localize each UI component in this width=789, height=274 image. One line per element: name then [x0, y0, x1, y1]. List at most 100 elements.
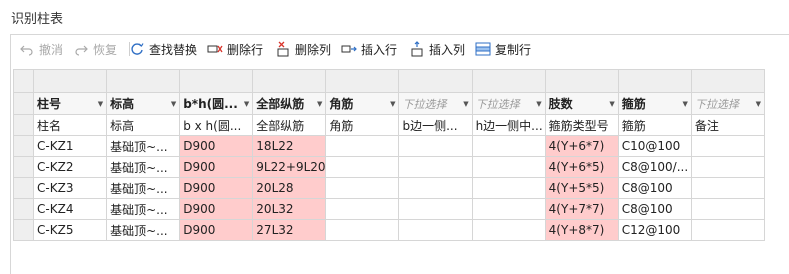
chevron-down-icon[interactable]: ▼ — [756, 100, 761, 108]
column-selector[interactable] — [33, 69, 108, 93]
table-cell[interactable] — [325, 219, 400, 241]
column-selector[interactable] — [106, 69, 181, 93]
column-selector[interactable] — [398, 69, 473, 93]
row-header[interactable] — [12, 92, 35, 115]
column-type-dropdown[interactable]: 标高 ▼ — [106, 92, 181, 115]
table-cell[interactable] — [325, 198, 400, 220]
table-cell[interactable]: C8@100 — [617, 198, 692, 220]
original-header-cell[interactable]: 全部纵筋 — [252, 114, 327, 136]
table-cell[interactable]: C8@100/... — [617, 156, 692, 178]
chevron-down-icon[interactable]: ▼ — [463, 100, 468, 108]
insert-column-button[interactable]: 插入列 — [409, 40, 465, 58]
original-header-cell[interactable]: 角筋 — [325, 114, 400, 136]
table-cell[interactable]: 基础顶~... — [106, 219, 181, 241]
table-cell[interactable]: D900 — [179, 219, 254, 241]
column-type-dropdown[interactable]: 下拉选择 ▼ — [690, 92, 766, 115]
table-cell[interactable]: 4(Y+5*5) — [544, 177, 619, 199]
row-header[interactable] — [12, 177, 35, 199]
find-replace-button[interactable]: 查找替换 — [129, 40, 197, 58]
table-cell[interactable] — [398, 135, 473, 157]
column-type-dropdown[interactable]: 全部纵筋 ▼ — [252, 92, 327, 115]
table-cell[interactable] — [471, 219, 546, 241]
table-cell[interactable]: 基础顶~... — [106, 177, 181, 199]
chevron-down-icon[interactable]: ▼ — [98, 100, 103, 108]
chevron-down-icon[interactable]: ▼ — [244, 100, 249, 108]
table-cell[interactable] — [690, 156, 766, 178]
table-cell[interactable] — [325, 177, 400, 199]
chevron-down-icon[interactable]: ▼ — [390, 100, 395, 108]
column-selector[interactable] — [690, 69, 766, 93]
column-type-dropdown[interactable]: b*h(圆... ▼ — [179, 92, 254, 115]
table-cell[interactable]: C10@100 — [617, 135, 692, 157]
delete-column-button[interactable]: 删除列 — [275, 40, 331, 58]
table-cell[interactable] — [471, 198, 546, 220]
table-cell[interactable]: C8@100 — [617, 177, 692, 199]
original-header-cell[interactable]: 柱名 — [33, 114, 108, 136]
table-cell[interactable]: 20L32 — [252, 198, 327, 220]
table-cell[interactable]: 基础顶~... — [106, 135, 181, 157]
column-type-dropdown[interactable]: 箍筋 ▼ — [617, 92, 692, 115]
column-selector[interactable] — [179, 69, 254, 93]
table-cell[interactable] — [325, 135, 400, 157]
table-cell[interactable]: C-KZ2 — [33, 156, 108, 178]
table-cell[interactable]: C-KZ5 — [33, 219, 108, 241]
column-type-dropdown[interactable]: 下拉选择 ▼ — [471, 92, 546, 115]
table-cell[interactable] — [398, 156, 473, 178]
insert-row-button[interactable]: 插入行 — [341, 40, 397, 58]
table-cell[interactable]: 20L28 — [252, 177, 327, 199]
column-type-dropdown[interactable]: 角筋 ▼ — [325, 92, 400, 115]
table-cell[interactable] — [690, 135, 766, 157]
original-header-cell[interactable]: b边一侧... — [398, 114, 473, 136]
delete-row-button[interactable]: 删除行 — [207, 40, 263, 58]
table-cell[interactable] — [690, 219, 766, 241]
table-cell[interactable] — [690, 177, 766, 199]
column-type-dropdown[interactable]: 肢数 ▼ — [544, 92, 619, 115]
column-type-dropdown[interactable]: 柱号 ▼ — [33, 92, 108, 115]
column-selector[interactable] — [544, 69, 619, 93]
original-header-cell[interactable]: 箍筋类型号 — [544, 114, 619, 136]
table-cell[interactable] — [398, 198, 473, 220]
original-header-cell[interactable]: 箍筋 — [617, 114, 692, 136]
chevron-down-icon[interactable]: ▼ — [171, 100, 176, 108]
table-cell[interactable]: 4(Y+6*7) — [544, 135, 619, 157]
table-cell[interactable]: 27L32 — [252, 219, 327, 241]
table-cell[interactable] — [690, 198, 766, 220]
table-cell[interactable]: 4(Y+7*7) — [544, 198, 619, 220]
table-cell[interactable]: D900 — [179, 198, 254, 220]
corner-cell[interactable] — [12, 69, 35, 93]
copy-row-button[interactable]: 复制行 — [475, 40, 531, 58]
row-header[interactable] — [12, 135, 35, 157]
table-cell[interactable]: 9L22+9L20 — [252, 156, 327, 178]
table-cell[interactable]: 4(Y+8*7) — [544, 219, 619, 241]
table-cell[interactable]: 基础顶~... — [106, 198, 181, 220]
undo-button[interactable]: 撤消 — [19, 40, 63, 58]
table-cell[interactable]: 基础顶~... — [106, 156, 181, 178]
table-cell[interactable] — [471, 177, 546, 199]
column-type-dropdown[interactable]: 下拉选择 ▼ — [398, 92, 473, 115]
original-header-cell[interactable]: b x h(圆... — [179, 114, 254, 136]
table-cell[interactable] — [325, 156, 400, 178]
table-cell[interactable]: 4(Y+6*5) — [544, 156, 619, 178]
table-cell[interactable]: C-KZ4 — [33, 198, 108, 220]
table-cell[interactable]: C12@100 — [617, 219, 692, 241]
table-cell[interactable]: D900 — [179, 177, 254, 199]
row-header[interactable] — [12, 114, 35, 136]
table-cell[interactable] — [471, 156, 546, 178]
column-selector[interactable] — [471, 69, 546, 93]
table-cell[interactable]: D900 — [179, 135, 254, 157]
chevron-down-icon[interactable]: ▼ — [609, 100, 614, 108]
original-header-cell[interactable]: 标高 — [106, 114, 181, 136]
redo-button[interactable]: 恢复 — [73, 40, 117, 58]
column-selector[interactable] — [617, 69, 692, 93]
column-selector[interactable] — [325, 69, 400, 93]
table-cell[interactable]: D900 — [179, 156, 254, 178]
row-header[interactable] — [12, 198, 35, 220]
row-header[interactable] — [12, 156, 35, 178]
table-cell[interactable] — [398, 177, 473, 199]
chevron-down-icon[interactable]: ▼ — [317, 100, 322, 108]
row-header[interactable] — [12, 219, 35, 241]
table-cell[interactable]: C-KZ1 — [33, 135, 108, 157]
table-cell[interactable] — [471, 135, 546, 157]
table-cell[interactable] — [398, 219, 473, 241]
table-cell[interactable]: 18L22 — [252, 135, 327, 157]
